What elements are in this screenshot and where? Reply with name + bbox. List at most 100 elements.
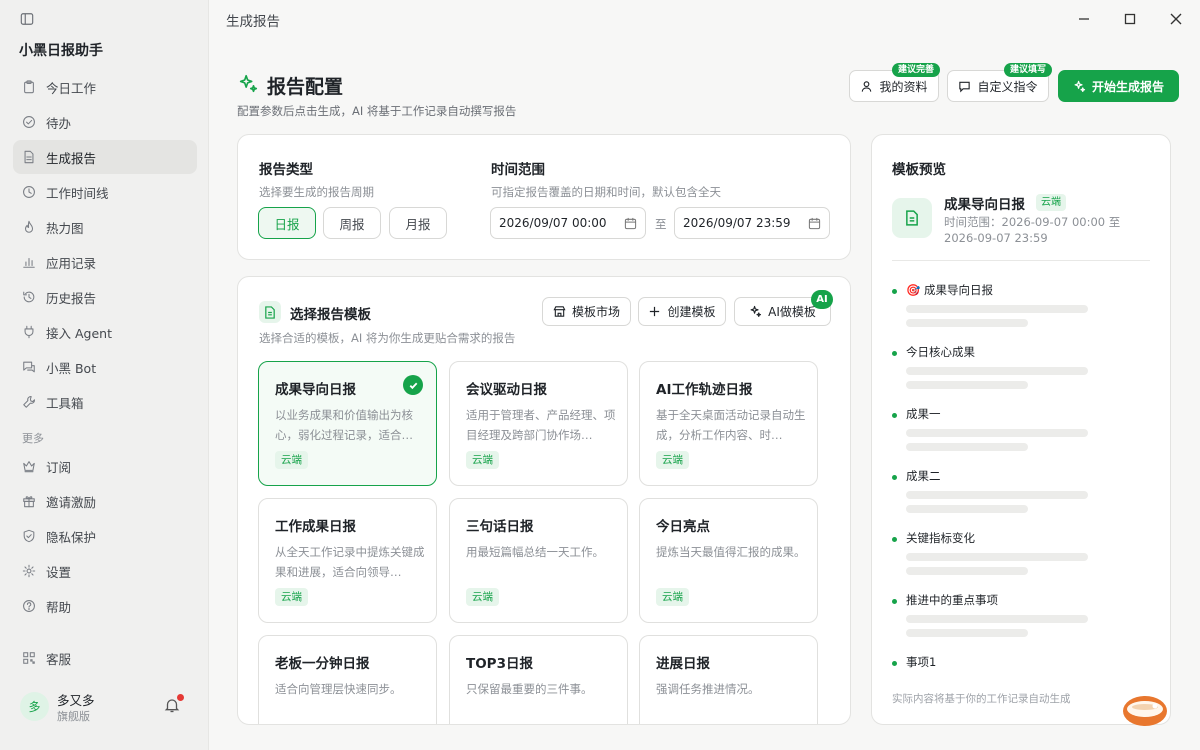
template-card-item[interactable]: 成果导向日报 以业务成果和价值输出为核心，弱化过程记录，适合… 云端 (258, 361, 437, 486)
bullet-dot (892, 661, 897, 666)
preview-card: 模板预览 成果导向日报 云端 时间范围：2026-09-07 00:00 至 2… (871, 134, 1171, 725)
preview-section-label: 今日核心成果 (906, 345, 975, 359)
template-section-subtitle: 选择合适的模板，AI 将为你生成更贴合需求的报告 (259, 331, 516, 345)
user-panel[interactable]: 多 多又多 旗舰版 (20, 690, 190, 724)
document-icon (906, 210, 918, 226)
template-card-item[interactable]: AI工作轨迹日报 基于全天桌面活动记录自动生成，分析工作内容、时… 云端 (639, 361, 818, 486)
sidebar-more-nav: 订阅邀请激励隐私保护 设置 帮助 (13, 449, 197, 624)
cloud-tag: 云端 (656, 588, 689, 606)
template-description: 基于全天桌面活动记录自动生成，分析工作内容、时… (656, 408, 806, 442)
generate-report-button[interactable]: 开始生成报告 (1058, 70, 1179, 102)
assistant-bot-icon[interactable] (1122, 694, 1168, 727)
template-card-item[interactable]: 三句话日报 用最短篇幅总结一天工作。 云端 (449, 498, 628, 623)
sidebar-item-plug[interactable]: 接入 Agent (13, 315, 197, 349)
preview-section-item: 成果二 (892, 469, 1152, 529)
cloud-tag: 云端 (275, 588, 308, 606)
maximize-icon[interactable] (1119, 8, 1141, 30)
chat-icon (23, 361, 35, 373)
sidebar-item-check-circle[interactable]: 待办 (13, 105, 197, 139)
sidebar-item-label: 历史报告 (46, 290, 97, 306)
sidebar-item-clipboard[interactable]: 今日工作 (13, 70, 197, 104)
notification-dot (177, 694, 184, 701)
placeholder-bar (906, 505, 1028, 513)
gear-icon (22, 564, 36, 578)
template-card-item[interactable]: 工作成果日报 从全天工作记录中提炼关键成果和进展，适合向领导… 云端 (258, 498, 437, 623)
placeholder-bar (906, 491, 1088, 499)
sidebar-item-crown[interactable]: 订阅 (13, 449, 197, 483)
type-monthly-button[interactable]: 月报 (389, 207, 447, 239)
create-template-button[interactable]: 创建模板 (638, 297, 726, 326)
sidebar-item-bar-chart[interactable]: 应用记录 (13, 245, 197, 279)
message-icon (959, 81, 971, 92)
sidebar-item-label: 客服 (46, 651, 72, 667)
app-window: 小黑日报助手 今日工作 待办 生成报告 工作时间线 热力图 应用记录 历史报告 接入 Agen… (0, 0, 1200, 750)
main-area: 生成报告 报告配置 配置参数后点击生成，AI 将基于工作记录自动撰写报告 我的资… (209, 0, 1200, 750)
sidebar-item-chat[interactable]: 小黑 Bot (13, 350, 197, 384)
sidebar-item-shield[interactable]: 隐私保护 (13, 519, 197, 553)
sidebar-item-flame[interactable]: 热力图 (13, 210, 197, 244)
template-name: 会议驱动日报 (466, 382, 547, 398)
type-daily-button[interactable]: 日报 (258, 207, 316, 239)
sidebar-item-wrench[interactable]: 工具箱 (13, 385, 197, 419)
preview-section-item: 成果一 (892, 407, 1152, 467)
sidebar-item-file-text[interactable]: 生成报告 (13, 140, 197, 174)
placeholder-bar (906, 615, 1088, 623)
end-date-input[interactable]: 2026/09/07 23:59 (674, 207, 830, 239)
minimize-icon[interactable] (1073, 8, 1095, 30)
start-date-value: 2026/09/07 00:00 (499, 216, 607, 230)
preview-section-label: 🎯 成果导向日报 (906, 283, 993, 297)
preview-time-range: 时间范围：2026-09-07 00:00 至 2026-09-07 23:59 (944, 215, 1121, 245)
end-date-value: 2026/09/07 23:59 (683, 216, 791, 230)
template-market-button[interactable]: 模板市场 (542, 297, 631, 326)
template-card-item[interactable]: 老板一分钟日报 适合向管理层快速同步。 (258, 635, 437, 724)
sidebar-item-label: 订阅 (46, 459, 72, 475)
template-name: 进展日报 (656, 656, 710, 672)
template-card-item[interactable]: 会议驱动日报适用于管理者、产品经理、项目经理及跨部门协作场… 云端 (449, 361, 628, 486)
cloud-tag: 云端 (466, 451, 499, 469)
sidebar-item-help[interactable]: 帮助 (13, 589, 197, 623)
placeholder-bar (906, 305, 1088, 313)
sidebar-item-gift[interactable]: 邀请激励 (13, 484, 197, 518)
report-type-subtitle: 选择要生成的报告周期 (259, 185, 374, 199)
placeholder-bar (906, 443, 1028, 451)
close-icon[interactable] (1165, 8, 1187, 30)
template-card-item[interactable]: TOP3日报 只保留最重要的三件事。 (449, 635, 628, 724)
preview-section-item: 🎯 成果导向日报 (892, 283, 1152, 343)
file-text-icon (24, 150, 34, 164)
page-subtitle: 配置参数后点击生成，AI 将基于工作记录自动撰写报告 (237, 104, 517, 118)
template-description: 以业务成果和价值输出为核心，弱化过程记录，适合… (275, 408, 413, 442)
cloud-tag: 云端 (275, 451, 308, 469)
sidebar-item-label: 接入 Agent (46, 325, 112, 341)
sidebar-item-clock[interactable]: 工作时间线 (13, 175, 197, 209)
store-icon (553, 306, 566, 317)
time-range-subtitle: 可指定报告覆盖的日期和时间，默认包含全天 (491, 185, 721, 199)
sidebar-item-support[interactable]: 客服 (13, 641, 197, 675)
template-card-item[interactable]: 今日亮点 提炼当天最值得汇报的成果。 云端 (639, 498, 818, 623)
start-date-input[interactable]: 2026/09/07 00:00 (490, 207, 646, 239)
plus-icon (650, 306, 660, 317)
template-description: 适用于管理者、产品经理、项目经理及跨部门协作场… (466, 408, 616, 442)
sidebar-item-label: 工作时间线 (46, 185, 109, 201)
calendar-icon (808, 217, 821, 230)
avatar: 多 (20, 692, 49, 721)
template-card-item[interactable]: 进展日报 强调任务推进情况。 (639, 635, 818, 724)
type-weekly-button[interactable]: 周报 (323, 207, 381, 239)
sidebar-item-gear[interactable]: 设置 (13, 554, 197, 588)
preview-section-label: 成果二 (906, 469, 941, 483)
template-description: 用最短篇幅总结一天工作。 (466, 545, 604, 559)
range-separator: 至 (655, 217, 667, 231)
sidebar-item-history[interactable]: 历史报告 (13, 280, 197, 314)
gift-icon (23, 496, 35, 508)
template-name: AI工作轨迹日报 (656, 382, 753, 398)
sidebar-toggle-icon[interactable] (20, 12, 34, 26)
template-name: 今日亮点 (656, 519, 710, 535)
sidebar-item-label: 工具箱 (46, 395, 84, 411)
sidebar-item-label: 生成报告 (46, 150, 97, 166)
preview-section-label: 事项1 (906, 655, 937, 669)
clipboard-icon (24, 80, 34, 94)
sidebar-item-label: 邀请激励 (46, 494, 97, 510)
user-name: 多又多 (57, 693, 95, 708)
instruction-button-label: 自定义指令 (977, 79, 1038, 94)
template-section-title: 选择报告模板 (290, 307, 371, 323)
wrench-icon (23, 396, 35, 408)
